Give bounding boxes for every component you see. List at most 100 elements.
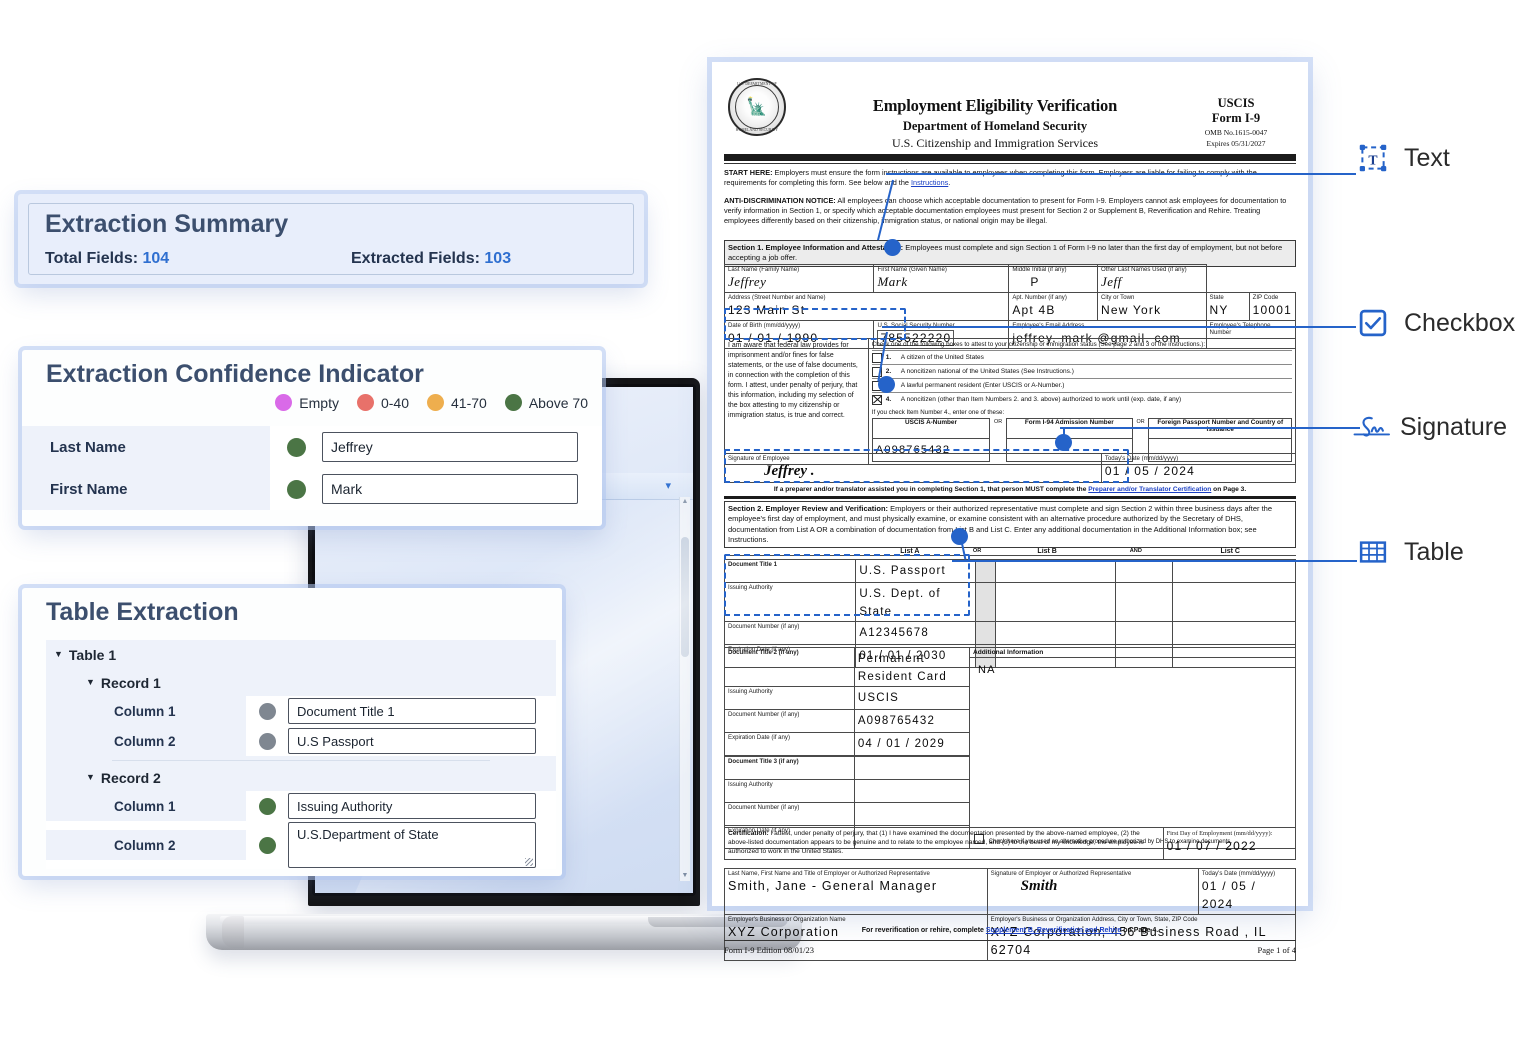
cell-middle-initial[interactable]: Middle Initial (if any) P: [1008, 264, 1098, 293]
additional-information-label: Additional Information: [969, 648, 1295, 658]
tree-column-label: Column 1: [46, 791, 246, 821]
cell-zip[interactable]: ZIP Code 10001: [1248, 292, 1297, 321]
table-extraction-tree: ▼ Table 1 ▼ Record 1 Column 1 Document Title …: [46, 640, 556, 869]
confidence-field-input[interactable]: Jeffrey: [322, 432, 578, 462]
confidence-field-label: Last Name: [50, 438, 126, 456]
table-row: Signature of Employee Jeffrey . Today's …: [724, 453, 1297, 483]
tree-node-table[interactable]: ▼ Table 1: [46, 640, 556, 670]
legend-label-checkbox: Checkbox: [1404, 308, 1516, 337]
citizenship-option[interactable]: 2. A noncitizen national of the United St…: [871, 364, 1292, 378]
tree-column-input[interactable]: Document Title 1: [288, 698, 536, 724]
todays-date-label: Today's Date (mm/dd/yyyy): [1104, 455, 1179, 462]
preparer-text-b: on Page 3.: [1211, 486, 1247, 493]
svg-text:T: T: [1368, 152, 1377, 167]
document-field-label: Issuing Authority: [728, 584, 773, 591]
instructions-link[interactable]: Instructions: [911, 178, 948, 187]
legend-item-checkbox[interactable]: Checkbox: [1358, 308, 1515, 338]
caret-down-icon[interactable]: ▼: [86, 677, 95, 687]
resize-handle-icon[interactable]: [525, 858, 533, 866]
cell-address[interactable]: Address (Street Number and Name) 123 Mai…: [723, 292, 1010, 321]
legend-item-table[interactable]: Table: [1358, 537, 1464, 567]
table-row: Document Number (if any) A098765432: [724, 709, 970, 733]
cell-other-names[interactable]: Other Last Names Used (if any) Jeff: [1096, 264, 1207, 293]
tree-column-input[interactable]: Issuing Authority: [288, 793, 536, 819]
first-name-value: Mark: [877, 274, 908, 289]
todays-date-value: 01 / 05 / 2024: [1104, 464, 1196, 478]
table-row: Last Name (Family Name) Jeffrey First Na…: [723, 264, 1296, 293]
caret-down-icon[interactable]: ▼: [54, 649, 63, 659]
cell-org-address[interactable]: Employer's Business or Organization Addr…: [986, 914, 1297, 961]
address-value: 123 Main St: [728, 303, 806, 317]
start-here-paragraph: START HERE: Employers must ensure the fo…: [724, 168, 1296, 188]
legend-entry-0-40: 0-40: [356, 394, 409, 411]
legend-dot-icon: [427, 394, 445, 411]
checkbox-icon: [1358, 308, 1388, 338]
sig-employee-label: Signature of Employee: [728, 455, 790, 462]
cell-employer-date[interactable]: Today's Date (mm/dd/yyyy) 01 / 05 / 2024: [1197, 868, 1297, 915]
table-row: Last Name, First Name and Title of Emplo…: [724, 868, 1297, 915]
employer-name-label: Last Name, First Name and Title of Emplo…: [728, 870, 930, 877]
reverification-note: For reverification or rehire, complete S…: [724, 926, 1296, 936]
cell-last-name[interactable]: Last Name (Family Name) Jeffrey: [723, 264, 875, 293]
meta-omb-number: OMB No.1615-0047: [1204, 128, 1268, 137]
citizenship-checkbox[interactable]: [871, 394, 882, 405]
document-field-value: A12345678: [859, 627, 929, 639]
cell-todays-date[interactable]: Today's Date (mm/dd/yyyy) 01 / 05 / 2024: [1100, 453, 1297, 483]
preparer-certification-link[interactable]: Preparer and/or Translator Certification: [1088, 486, 1211, 493]
certification-paragraph: Certification: I attest, under penalty o…: [725, 828, 1164, 859]
confidence-dot-icon: [258, 797, 276, 815]
tree-column-input[interactable]: U.S Passport: [288, 728, 536, 754]
cell-state[interactable]: State NY: [1205, 292, 1250, 321]
confidence-dot-icon: [286, 479, 306, 499]
cell-first-name[interactable]: First Name (Given Name) Mark: [873, 264, 1010, 293]
document-title-line1: Employment Eligibility Verification: [872, 96, 1118, 115]
caret-down-icon[interactable]: ▼: [86, 772, 95, 782]
preparer-text-a: If a preparer and/or translator assisted…: [773, 486, 1089, 493]
citizenship-option-text: A noncitizen national of the United Stat…: [900, 368, 1074, 375]
tree-separator: [112, 760, 490, 761]
first-day-value: 01 / 07 / 2022: [1166, 839, 1257, 854]
list-a-header: List A: [900, 548, 920, 555]
document-field-value: 04 / 01 / 2029: [857, 738, 945, 750]
tree-node-record[interactable]: ▼ Record 1: [46, 670, 556, 696]
apt-value: Apt 4B: [1012, 303, 1056, 317]
meta-agency: USCIS: [1217, 96, 1255, 110]
summary-total-value: 104: [142, 250, 170, 267]
cell-employee-signature[interactable]: Signature of Employee Jeffrey .: [724, 453, 1102, 483]
citizenship-option-number: 4.: [885, 396, 892, 403]
cell-employer-signature[interactable]: Signature of Employer or Authorized Repr…: [986, 868, 1199, 915]
citizenship-option[interactable]: 4. A noncitizen (other than Item Numbers …: [871, 392, 1292, 406]
scroll-up-icon[interactable]: ▲: [680, 497, 690, 507]
table-row: Document Number (if any): [724, 802, 970, 826]
tree-column-input[interactable]: U.S.Department of State: [288, 822, 536, 868]
summary-card-inner: Extraction Summary Total Fields: 104 Ext…: [28, 203, 634, 275]
legend-item-text[interactable]: T Text: [1358, 143, 1450, 173]
legend-label-text: Text: [1404, 143, 1450, 172]
scroll-down-icon[interactable]: ▼: [680, 871, 690, 881]
cell-employer-name[interactable]: Last Name, First Name and Title of Emplo…: [724, 868, 988, 915]
citizenship-option[interactable]: 3.A lawful permanent resident (Enter USC…: [871, 378, 1292, 392]
citizenship-option[interactable]: 1. A citizen of the United States: [871, 350, 1292, 364]
connector-signature-horizontal: [1060, 427, 1360, 429]
anti-discrimination-paragraph: ANTI-DISCRIMINATION NOTICE: All employee…: [724, 196, 1296, 226]
scrollbar-thumb[interactable]: [681, 537, 689, 657]
chevron-down-icon[interactable]: ▾: [665, 479, 671, 492]
confidence-dot-icon: [286, 437, 306, 457]
document-title-line2: Department of Homeland Security: [902, 119, 1088, 133]
preparer-note: If a preparer and/or translator assisted…: [724, 485, 1296, 494]
other-names-label: Other Last Names Used (if any): [1100, 266, 1187, 273]
confidence-field-input[interactable]: Mark: [322, 474, 578, 504]
document-footer-left: Form I-9 Edition 08/01/23: [724, 945, 814, 955]
state-label: State: [1209, 294, 1224, 301]
cell-apt[interactable]: Apt. Number (if any) Apt 4B: [1008, 292, 1098, 321]
document-field-label: Expiration Date (if any): [728, 734, 790, 741]
employer-name-value: Smith, Jane - General Manager: [728, 879, 938, 893]
cell-city[interactable]: City or Town New York: [1096, 292, 1207, 321]
supplement-b-link[interactable]: Supplement B, Reverification and Rehire: [986, 927, 1121, 934]
legend-item-signature[interactable]: Signature: [1352, 412, 1507, 442]
legend-dot-label: Empty: [299, 394, 339, 411]
connector-table-horizontal: [952, 560, 1357, 562]
confidence-dot-icon: [258, 836, 276, 854]
tree-node-record[interactable]: ▼ Record 2: [46, 765, 556, 791]
app-scrollbar[interactable]: ▲ ▼: [679, 497, 690, 881]
